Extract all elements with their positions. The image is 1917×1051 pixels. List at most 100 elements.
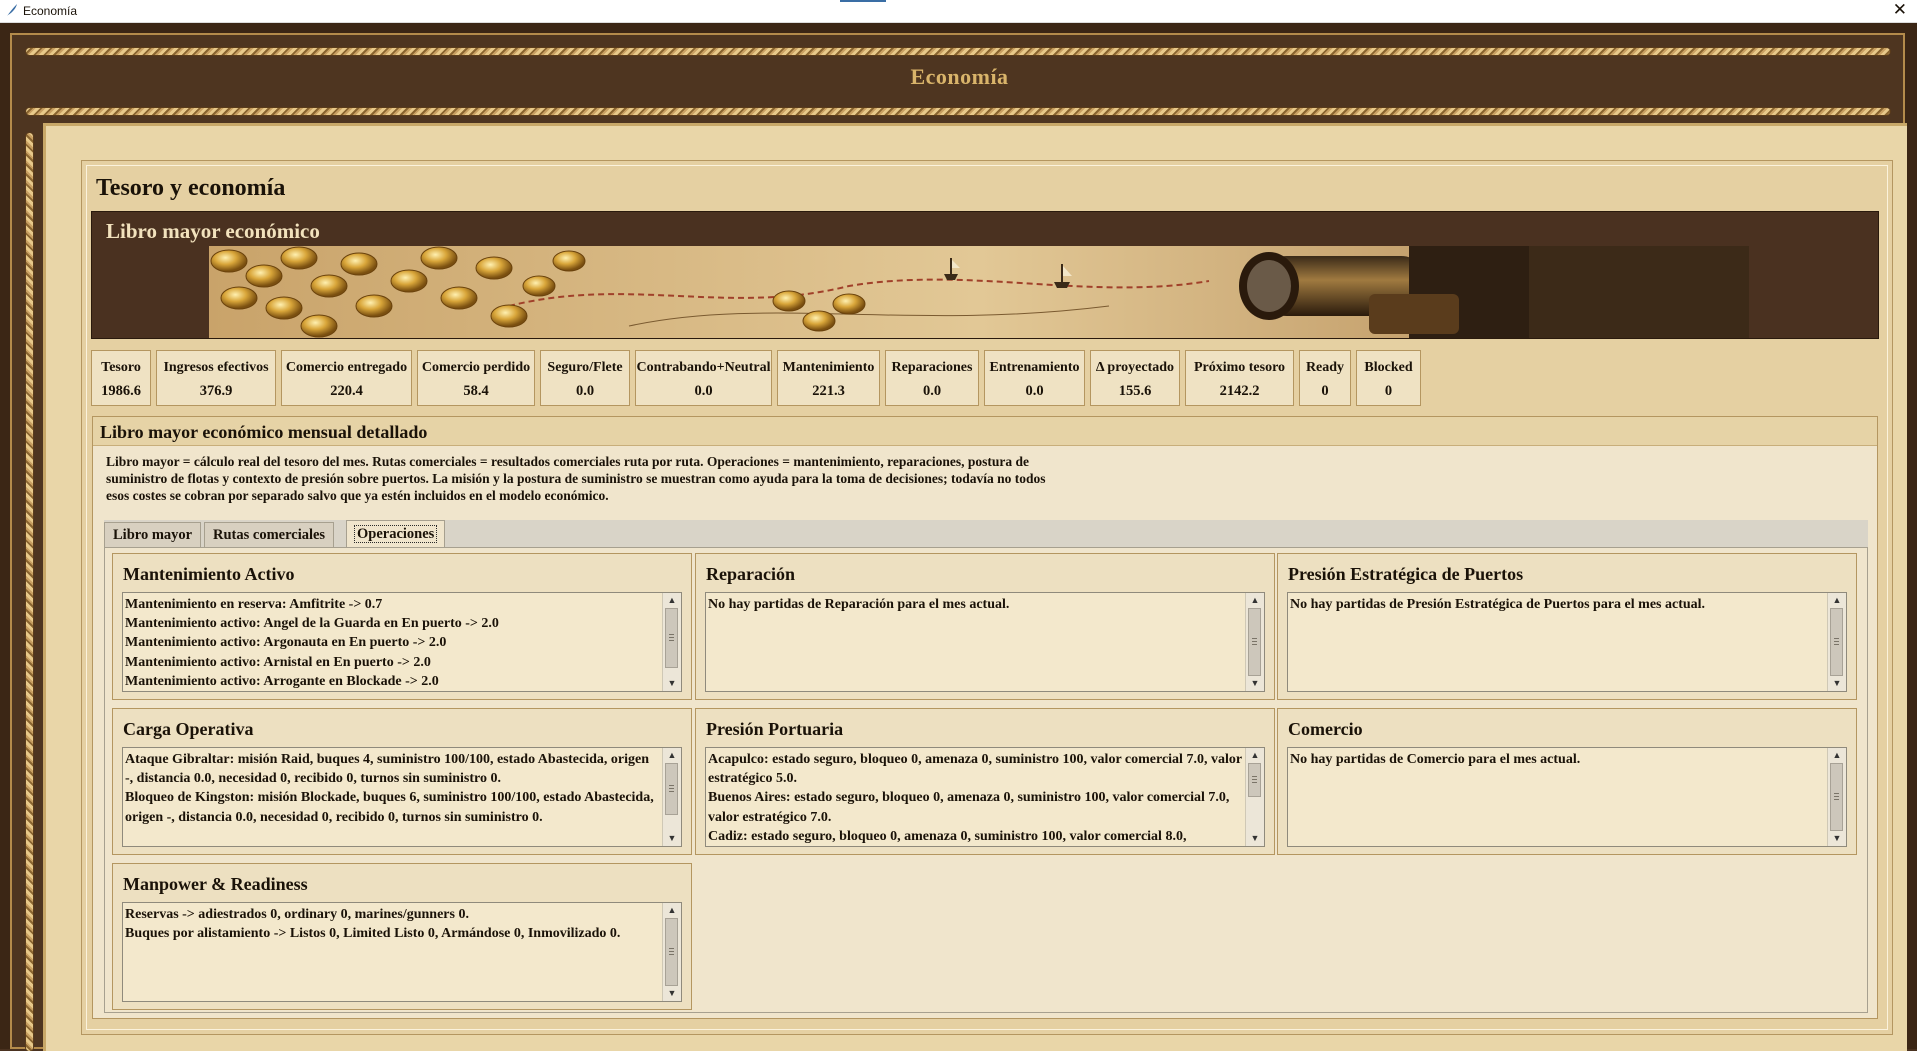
- text-line: No hay partidas de Reparación para el me…: [708, 597, 1010, 612]
- scroll-thumb[interactable]: [1248, 608, 1261, 676]
- scroll-thumb[interactable]: [665, 918, 678, 986]
- manpower-textbox[interactable]: Reservas -> adiestrados 0, ordinary 0, m…: [122, 902, 682, 1002]
- scroll-up-icon[interactable]: ▲: [1828, 593, 1846, 608]
- card-title: Reparación: [706, 564, 795, 584]
- stat-value: 221.3: [812, 383, 845, 399]
- carga-textbox[interactable]: Ataque Gibraltar: misión Raid, buques 4,…: [122, 747, 682, 847]
- ledger-description-line: Libro mayor = cálculo real del tesoro de…: [106, 454, 1029, 469]
- scroll-down-icon[interactable]: ▼: [1828, 831, 1846, 846]
- scroll-down-icon[interactable]: ▼: [663, 986, 681, 1001]
- scrollbar[interactable]: ▲ ▼: [662, 903, 681, 1001]
- text-line: No hay partidas de Presión Estratégica d…: [1290, 597, 1706, 612]
- stat-label: Próximo tesoro: [1193, 360, 1286, 375]
- scroll-down-icon[interactable]: ▼: [1246, 831, 1264, 846]
- text-line: Mantenimiento en reserva: Amfitrite -> 0…: [125, 597, 383, 612]
- text-line: Mantenimiento activo: Arnistal en En pue…: [125, 654, 431, 670]
- scrollbar[interactable]: ▲ ▼: [1827, 748, 1846, 846]
- text-line: No hay partidas de Comercio para el mes …: [1290, 752, 1581, 767]
- text-line: Buenos Aires: estado seguro, bloqueo 0, …: [708, 790, 1230, 825]
- tab-rutas-comerciales[interactable]: Rutas comerciales: [204, 522, 335, 548]
- mantenimiento-textbox[interactable]: Mantenimiento en reserva: Amfitrite -> 0…: [122, 592, 682, 692]
- banner-title: Libro mayor económico: [106, 219, 320, 243]
- stat-label: Reparaciones: [891, 360, 973, 375]
- rope-border-top: [26, 48, 1890, 55]
- ledger-banner: Libro mayor económico: [91, 211, 1879, 339]
- presion-portuaria-textbox[interactable]: Acapulco: estado seguro, bloqueo 0, amen…: [705, 747, 1265, 847]
- scrollbar[interactable]: ▲ ▼: [1827, 593, 1846, 691]
- text-line: Bloqueo de Kingston: misión Blockade, bu…: [125, 790, 654, 825]
- scroll-down-icon[interactable]: ▼: [1828, 676, 1846, 691]
- scroll-up-icon[interactable]: ▲: [663, 903, 681, 918]
- app-background: Economía Tesoro y economía Libro mayor e…: [0, 23, 1917, 1051]
- presion-estrategica-textbox[interactable]: No hay partidas de Presión Estratégica d…: [1287, 592, 1847, 692]
- scrollbar[interactable]: ▲ ▼: [1245, 593, 1264, 691]
- scroll-down-icon[interactable]: ▼: [1246, 676, 1264, 691]
- window-titlebar: Economía ✕: [0, 0, 1917, 23]
- stat-label: Entrenamiento: [989, 360, 1080, 375]
- stat-label: Comercio perdido: [421, 360, 531, 375]
- scrollbar[interactable]: ▲ ▼: [662, 593, 681, 691]
- scroll-up-icon[interactable]: ▲: [663, 593, 681, 608]
- scroll-up-icon[interactable]: ▲: [1828, 748, 1846, 763]
- banner-illustration: [209, 246, 1749, 338]
- treasure-map-illustration: [209, 246, 1749, 338]
- scroll-up-icon[interactable]: ▲: [1246, 748, 1264, 763]
- text-line: Mantenimiento activo: Angel de la Guarda…: [125, 616, 499, 632]
- stat-label: Blocked: [1364, 360, 1413, 375]
- text-line: Mantenimiento activo: Arrogante en Block…: [125, 673, 439, 689]
- ledger-title: Libro mayor económico mensual detallado: [100, 422, 428, 442]
- stat-value: 0.0: [1025, 383, 1044, 399]
- scroll-thumb[interactable]: [1830, 763, 1843, 831]
- stat-label: Contrabando+Neutral: [636, 360, 771, 375]
- economy-panel: Tesoro y economía Libro mayor económico: [81, 160, 1893, 1035]
- parchment-area: Tesoro y economía Libro mayor económico: [43, 123, 1907, 1051]
- card-title: Mantenimiento Activo: [123, 564, 295, 584]
- card-title: Presión Portuaria: [706, 719, 844, 739]
- scroll-thumb[interactable]: [665, 763, 678, 815]
- stat-label: Δ proyectado: [1095, 360, 1175, 375]
- card-title: Manpower & Readiness: [123, 874, 308, 894]
- stat-delta-proyectado: Δ proyectado 155.6: [1090, 350, 1180, 406]
- scroll-up-icon[interactable]: ▲: [1246, 593, 1264, 608]
- card-presion-estrategica: Presión Estratégica de Puertos No hay pa…: [1277, 553, 1857, 700]
- ledger-description: Libro mayor = cálculo real del tesoro de…: [106, 453, 1206, 504]
- ledger-description-line: suministro de flotas y contexto de presi…: [106, 471, 1046, 486]
- scroll-up-icon[interactable]: ▲: [663, 748, 681, 763]
- scroll-thumb[interactable]: [665, 608, 678, 668]
- scroll-thumb[interactable]: [1830, 608, 1843, 676]
- rope-border-bottom: [26, 108, 1890, 115]
- reparacion-textbox[interactable]: No hay partidas de Reparación para el me…: [705, 592, 1265, 692]
- stat-reparaciones: Reparaciones 0.0: [885, 350, 979, 406]
- stat-ingresos-efectivos: Ingresos efectivos 376.9: [156, 350, 276, 406]
- stat-blocked: Blocked 0: [1356, 350, 1421, 406]
- scrollbar[interactable]: ▲ ▼: [662, 748, 681, 846]
- text-line: Reservas -> adiestrados 0, ordinary 0, m…: [125, 907, 469, 922]
- stat-value: 220.4: [330, 383, 363, 399]
- stat-value: 0.0: [694, 383, 713, 399]
- section-title: Tesoro y economía: [96, 175, 286, 201]
- card-title: Presión Estratégica de Puertos: [1288, 564, 1524, 584]
- header-title: Economía: [910, 64, 1009, 89]
- stat-value: 2142.2: [1219, 383, 1260, 399]
- card-presion-portuaria: Presión Portuaria Acapulco: estado segur…: [695, 708, 1275, 855]
- stat-value: 0.0: [922, 383, 942, 399]
- scroll-down-icon[interactable]: ▼: [663, 831, 681, 846]
- tab-operaciones[interactable]: Operaciones: [346, 520, 446, 549]
- operaciones-content: Mantenimiento Activo Mantenimiento en re…: [104, 547, 1868, 1013]
- scroll-thumb[interactable]: [1248, 763, 1261, 797]
- ledger-panel: Libro mayor económico mensual detallado …: [92, 416, 1878, 1019]
- comercio-textbox[interactable]: No hay partidas de Comercio para el mes …: [1287, 747, 1847, 847]
- stat-value: 0: [1384, 383, 1393, 399]
- window-title: Economía: [23, 4, 78, 18]
- scroll-down-icon[interactable]: ▼: [663, 676, 681, 691]
- stat-seguro-flete: Seguro/Flete 0.0: [540, 350, 630, 406]
- close-icon[interactable]: ✕: [1893, 0, 1907, 20]
- scrollbar[interactable]: ▲ ▼: [1245, 748, 1264, 846]
- tab-label: Rutas comerciales: [213, 527, 326, 543]
- stat-label: Comercio entregado: [285, 360, 408, 375]
- stat-mantenimiento: Mantenimiento 221.3: [777, 350, 880, 406]
- card-title: Carga Operativa: [123, 719, 254, 739]
- stat-label: Ready: [1305, 360, 1345, 375]
- tab-libro-mayor[interactable]: Libro mayor: [104, 522, 202, 548]
- stat-proximo-tesoro: Próximo tesoro 2142.2: [1185, 350, 1294, 406]
